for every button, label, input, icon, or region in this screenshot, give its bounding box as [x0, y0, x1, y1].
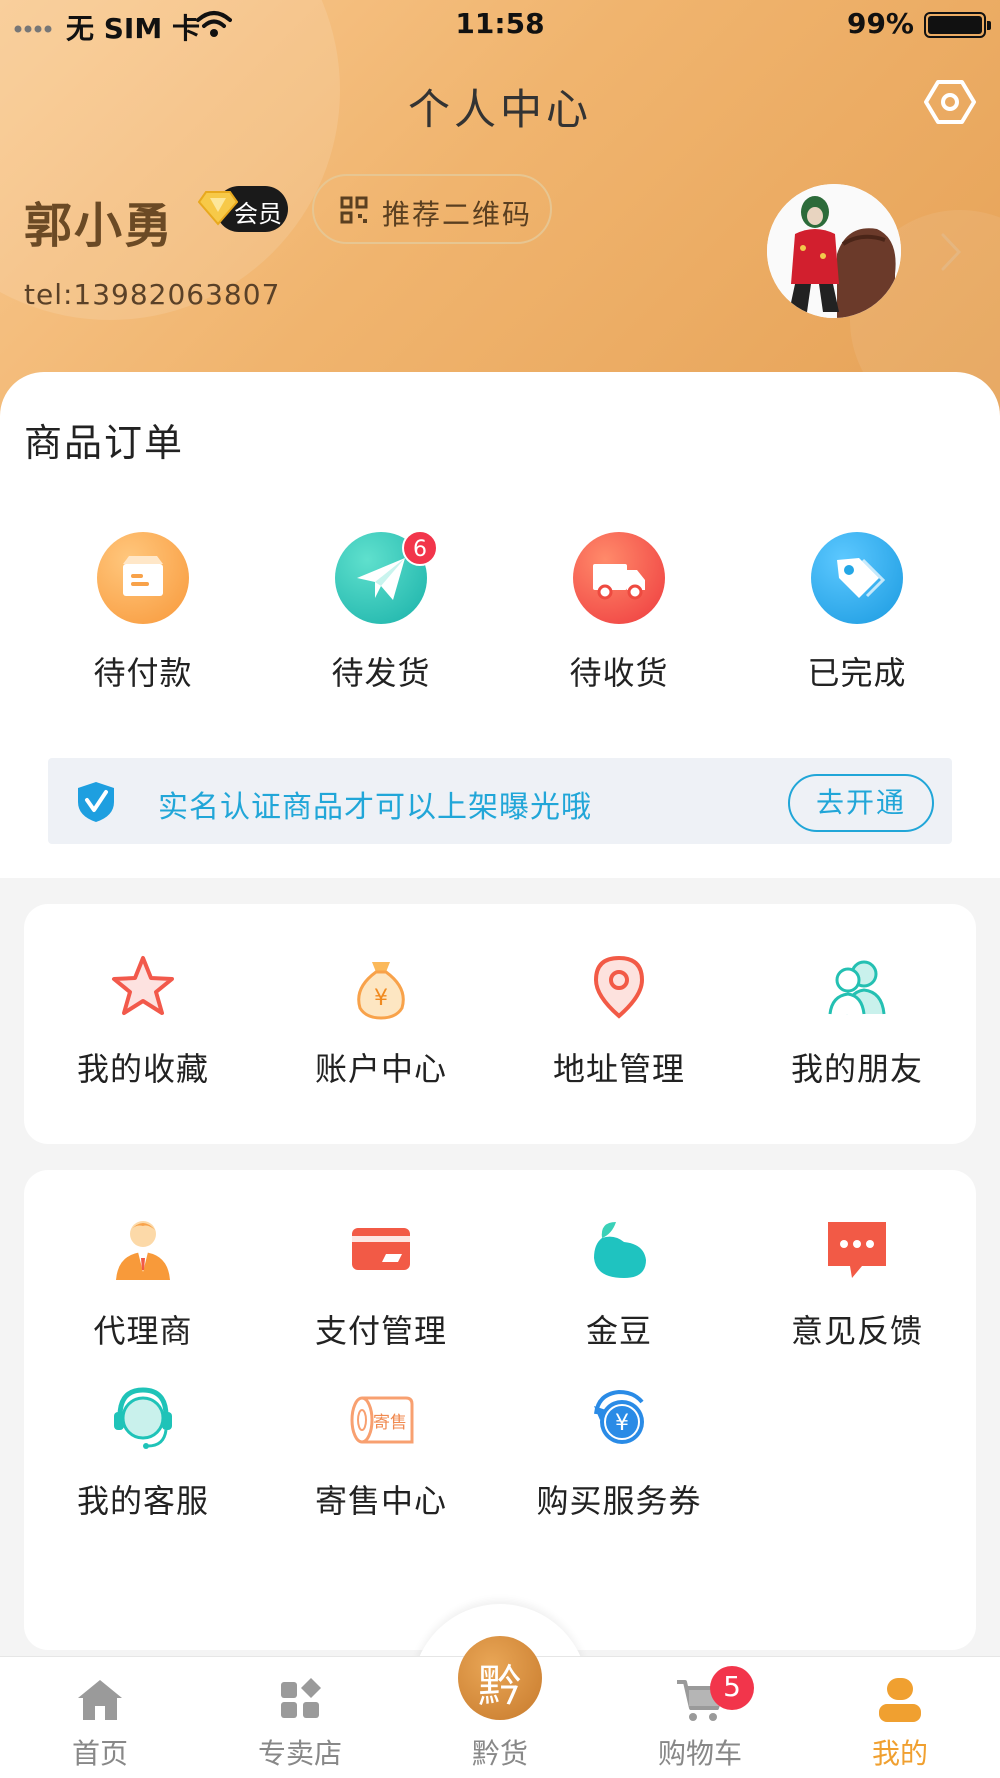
tab-store[interactable]: 专卖店	[220, 1676, 380, 1776]
agent-icon	[116, 1221, 170, 1280]
order-pending-payment[interactable]: 待付款	[24, 532, 262, 692]
order-pending-shipment[interactable]: 6 待发货	[262, 530, 500, 692]
service-coupon-icon: ¥	[594, 1389, 644, 1444]
service-label: 账户中心	[314, 1050, 447, 1088]
status-bar: 无 SIM 卡 11:58 99%	[0, 0, 1000, 50]
service-agent[interactable]: 代理商	[24, 1214, 262, 1364]
verification-message: 实名认证商品才可以上架曝光哦	[158, 790, 592, 825]
service-label: 寄售中心	[314, 1482, 447, 1520]
store-icon	[281, 1678, 321, 1718]
star-icon	[112, 956, 174, 1015]
friends-icon	[828, 960, 886, 1015]
order-label: 待发货	[331, 654, 431, 692]
service-label: 金豆	[585, 1312, 652, 1350]
tab-label: 首页	[71, 1737, 128, 1770]
service-gold-beans[interactable]: 金豆	[500, 1214, 738, 1364]
service-label: 我的朋友	[790, 1050, 923, 1088]
vip-label: 会员	[234, 200, 282, 228]
tab-cart[interactable]: 购物车	[620, 1676, 780, 1776]
tab-qian-goods[interactable]: 黔	[458, 1636, 542, 1720]
service-feedback[interactable]: 意见反馈	[738, 1214, 976, 1364]
service-consignment-center[interactable]: 寄售 寄售中心	[262, 1384, 500, 1534]
location-pin-icon	[593, 955, 645, 1019]
battery-icon	[924, 12, 991, 38]
service-label: 我的客服	[76, 1482, 209, 1520]
verify-open-button[interactable]: 去开通	[788, 774, 934, 832]
tab-label: 专卖店	[257, 1737, 342, 1770]
service-label: 意见反馈	[790, 1312, 923, 1350]
card-icon	[352, 1228, 410, 1270]
quick-services-card: 我的收藏 ¥ 账户中心 地址管理 我的朋友	[24, 904, 976, 1144]
customer-service-icon	[114, 1387, 172, 1449]
truck-icon	[573, 532, 665, 624]
svg-text:¥: ¥	[615, 1411, 629, 1436]
battery-percent: 99%	[846, 7, 914, 40]
service-label: 支付管理	[314, 1312, 447, 1350]
tab-label: 购物车	[657, 1737, 742, 1770]
page-title: 个人中心	[407, 85, 592, 134]
user-phone: tel:13982063807	[24, 278, 281, 311]
feedback-icon	[828, 1222, 886, 1278]
profile-header: 无 SIM 卡 11:58 99% 个人中心 郭小勇 会员 推荐二维码 tel:…	[0, 0, 1000, 420]
order-label: 待收货	[569, 654, 669, 692]
user-name: 郭小勇	[24, 198, 175, 254]
referral-qr-button[interactable]: 推荐二维码	[312, 174, 552, 244]
service-payment-management[interactable]: 支付管理	[262, 1214, 500, 1364]
package-icon	[97, 532, 189, 624]
service-label: 地址管理	[552, 1050, 685, 1088]
avatar-photo	[767, 184, 901, 318]
cart-count-badge: 5	[710, 1666, 754, 1710]
home-icon	[78, 1680, 122, 1720]
order-label: 已完成	[807, 654, 907, 692]
consignment-icon-text: 寄售	[373, 1413, 407, 1433]
money-bag-icon: ¥	[357, 962, 405, 1020]
service-address-management[interactable]: 地址管理	[500, 952, 738, 1102]
service-customer-support[interactable]: 我的客服	[24, 1384, 262, 1534]
diamond-icon	[198, 191, 238, 226]
settings-icon[interactable]	[924, 78, 976, 126]
chevron-right-icon[interactable]	[940, 232, 962, 272]
order-count-badge: 6	[402, 530, 438, 566]
service-buy-coupon[interactable]: ¥ 购买服务券	[500, 1384, 738, 1534]
tab-profile[interactable]: 我的	[820, 1676, 980, 1776]
referral-qr-label: 推荐二维码	[382, 198, 533, 231]
orders-card: 商品订单 待付款 6 待发货 待收货 已完成 实名认证商品才可以上架曝光哦 去开…	[0, 372, 1000, 878]
order-pending-receipt[interactable]: 待收货	[500, 532, 738, 692]
vip-badge: 会员	[198, 186, 288, 232]
qian-logo-icon: 黔	[478, 1661, 522, 1712]
verification-banner: 实名认证商品才可以上架曝光哦 去开通	[48, 758, 952, 844]
tab-label: 黔货	[471, 1737, 528, 1770]
more-services-card: 代理商 支付管理 金豆 意见反馈 我的客服 寄售 寄售中心 ¥ 购买服务券	[24, 1170, 976, 1650]
service-favorites[interactable]: 我的收藏	[24, 952, 262, 1102]
bean-icon	[594, 1222, 646, 1278]
tab-label: 我的	[871, 1737, 928, 1770]
service-label: 购买服务券	[536, 1482, 702, 1520]
avatar[interactable]	[767, 184, 901, 318]
service-account-center[interactable]: ¥ 账户中心	[262, 952, 500, 1102]
svg-text:¥: ¥	[374, 986, 388, 1011]
consignment-icon: 寄售	[350, 1396, 414, 1444]
tab-home[interactable]: 首页	[20, 1676, 180, 1776]
order-completed[interactable]: 已完成	[738, 532, 976, 692]
service-label: 代理商	[93, 1312, 193, 1350]
profile-icon	[879, 1678, 921, 1722]
service-friends[interactable]: 我的朋友	[738, 952, 976, 1102]
order-label: 待付款	[93, 654, 193, 692]
service-label: 我的收藏	[76, 1050, 209, 1088]
verified-shield-icon	[78, 782, 114, 822]
orders-section-title: 商品订单	[24, 421, 185, 465]
qr-code-icon	[340, 196, 368, 224]
tag-icon	[811, 532, 903, 624]
